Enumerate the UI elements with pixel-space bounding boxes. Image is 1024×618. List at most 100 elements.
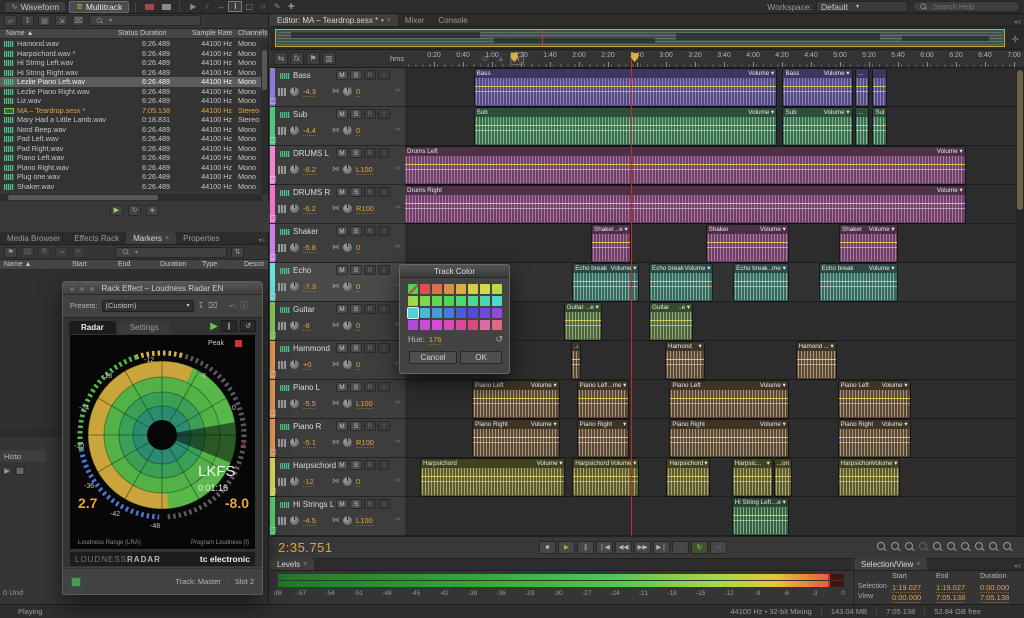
clip-bass[interactable] — [873, 69, 887, 106]
new-item-icon[interactable]: ▤ — [38, 15, 51, 26]
paintbrush-tool-icon[interactable]: ✎ — [270, 1, 284, 12]
mute-button[interactable]: M — [336, 109, 348, 119]
color-swatch[interactable] — [468, 308, 478, 318]
pan-value[interactable]: R100 — [356, 204, 374, 214]
clip-volume-dropdown[interactable]: ▾ — [699, 342, 702, 351]
clip-guitar[interactable]: Guitar ..e ▾ — [650, 303, 693, 340]
help-search-box[interactable] — [912, 1, 1020, 12]
arm-record-button[interactable]: R — [364, 70, 376, 80]
monitor-input-button[interactable]: I — [378, 70, 390, 80]
mute-button[interactable]: M — [336, 343, 348, 353]
file-row[interactable]: MA – Teardrop.sesx * 7:05.138 44100 Hz Ster… — [0, 106, 268, 116]
tracks-vertical-scrollbar[interactable] — [1016, 68, 1024, 536]
track-lane-bass[interactable]: Bass Volume ▾ Bass Volume ▾... — [405, 68, 1016, 107]
column-name[interactable]: Name ▲ — [4, 261, 32, 268]
history-list-icon[interactable]: ▤ — [15, 466, 25, 475]
arm-record-button[interactable]: R — [364, 499, 376, 509]
mute-button[interactable]: M — [336, 148, 348, 158]
pause-button[interactable]: ∥ — [577, 540, 594, 554]
razor-tool-icon[interactable]: ∕ — [200, 1, 214, 12]
column-status[interactable]: Status — [118, 30, 138, 37]
rack-window-titlebar[interactable]: Rack Effect – Loudness Radar EN — [63, 282, 262, 295]
panel-menu-icon[interactable]: ▾≡ — [1011, 19, 1024, 26]
no-color-swatch[interactable] — [408, 284, 418, 294]
solo-button[interactable]: S — [350, 499, 362, 509]
solo-monitor-icon[interactable]: ▲ — [494, 52, 508, 65]
clip-echo[interactable]: Echo break Volume ▾ — [650, 264, 713, 301]
clip-shaker[interactable]: Shaker ...e ▾ — [592, 225, 630, 262]
track-lane-piano-l[interactable]: Piano Left Volume ▾ Piano Left ...me ▾ Piano… — [405, 380, 1016, 419]
solo-button[interactable]: S — [350, 460, 362, 470]
markers-scrollbar[interactable] — [0, 430, 62, 437]
file-row[interactable]: Mary Had a Little Lamb.wav 0:18.831 44100 … — [0, 115, 268, 125]
clip-volume-dropdown[interactable]: ... ▾ — [823, 342, 833, 351]
files-horizontal-scrollbar[interactable] — [0, 194, 262, 201]
delete-marker-icon[interactable]: ⌧ — [21, 246, 34, 258]
markers-table-header[interactable]: Name ▲ Start End Duration Type Descri — [0, 260, 268, 270]
column-sample-rate[interactable]: Sample Rate — [192, 30, 232, 37]
mute-button[interactable]: M — [336, 382, 348, 392]
color-swatch[interactable] — [432, 296, 442, 306]
file-row[interactable]: Lezlie Piano Left.wav 6:26.489 44100 Hz Mon… — [0, 77, 268, 87]
clip-piano-r[interactable]: Piano Right ▾ — [577, 420, 629, 457]
clip-volume-dropdown[interactable]: ...me ▾ — [607, 381, 626, 390]
color-swatch[interactable] — [480, 296, 490, 306]
marquee-tool-icon[interactable]: ▢ — [242, 1, 256, 12]
ruler-unit[interactable]: hms — [390, 54, 404, 63]
clip-harpsichord[interactable]: Harpsichord Volume ▾ — [420, 459, 565, 496]
color-swatch[interactable] — [480, 320, 490, 330]
filter-icon[interactable]: ⇅ — [231, 246, 244, 258]
clip-bass[interactable]: Bass Volume ▾ — [783, 69, 852, 106]
spot-healing-tool-icon[interactable]: ✚ — [284, 1, 298, 12]
merge-markers-icon[interactable]: ⧉ — [38, 246, 51, 258]
color-swatch[interactable] — [456, 284, 466, 294]
zoom-full-icon[interactable] — [931, 541, 944, 553]
color-swatch[interactable] — [444, 296, 454, 306]
volume-value[interactable]: -8 — [303, 321, 310, 331]
zoom-out-time-icon[interactable] — [889, 541, 902, 553]
tab-markers[interactable]: Markers × — [126, 232, 177, 244]
solo-button[interactable]: S — [350, 70, 362, 80]
color-swatch[interactable] — [468, 284, 478, 294]
crossfade-icon[interactable]: ⇆ — [274, 52, 288, 65]
mute-button[interactable]: M — [336, 226, 348, 236]
color-swatch[interactable] — [480, 284, 490, 294]
playhead[interactable] — [630, 68, 632, 536]
color-swatch[interactable] — [432, 284, 442, 294]
clip-hammond[interactable]: Hamond... ▾ — [796, 342, 836, 379]
hue-value[interactable]: 176 — [428, 335, 442, 345]
radar-reset-button[interactable]: ↺ — [240, 320, 256, 332]
clip-volume-dropdown[interactable]: Volume ▾ — [760, 225, 786, 234]
markers-search-box[interactable]: ▾ — [115, 246, 227, 258]
column-descri[interactable]: Descri — [244, 261, 264, 268]
ok-button[interactable]: OK — [460, 351, 502, 364]
volume-value[interactable]: -6.2 — [303, 204, 316, 214]
tab-radar-settings[interactable]: Settings — [117, 321, 171, 334]
track-header-bass[interactable]: Bass M S R I -4.3 ⋈ 0 ∞ — [270, 68, 405, 107]
track-color-dialog[interactable]: Track Color Hue: 176 ↺ Cancel OK — [399, 264, 510, 374]
play-button[interactable]: ▶ — [558, 540, 575, 554]
clip-sub[interactable]: Sub — [873, 108, 887, 145]
monitor-input-button[interactable]: I — [378, 343, 390, 353]
color-swatch[interactable] — [420, 284, 430, 294]
color-swatch[interactable] — [456, 296, 466, 306]
clip-volume-dropdown[interactable]: Volume ▾ — [824, 69, 850, 78]
tab-media-browser[interactable]: Media Browser — [0, 232, 67, 244]
clip-volume-dropdown[interactable]: Volume ▾ — [937, 186, 963, 195]
tab-levels[interactable]: Levels × — [270, 558, 315, 570]
clip-harpsichord[interactable]: Harpsichord ▾ — [667, 459, 710, 496]
zoom-to-selection-icon[interactable] — [903, 541, 916, 553]
presets-dropdown[interactable]: (Custom) ▾ — [101, 299, 194, 312]
close-icon[interactable]: × — [916, 561, 920, 568]
volume-value[interactable]: -7.3 — [303, 282, 316, 292]
color-swatch[interactable] — [444, 284, 454, 294]
clip-piano-r[interactable]: Piano Right Volume ▾ — [838, 420, 910, 457]
column-start[interactable]: Start — [72, 261, 87, 268]
monitor-input-button[interactable]: I — [378, 421, 390, 431]
clip-volume-dropdown[interactable]: Volume ▾ — [611, 264, 637, 273]
clip-volume-dropdown[interactable]: Volume ▾ — [537, 459, 563, 468]
arm-record-button[interactable]: R — [364, 109, 376, 119]
clip-drums-r[interactable]: Drums Right Volume ▾ — [405, 186, 965, 223]
tab-radar[interactable]: Radar — [69, 321, 116, 334]
arm-record-button[interactable]: R — [364, 382, 376, 392]
